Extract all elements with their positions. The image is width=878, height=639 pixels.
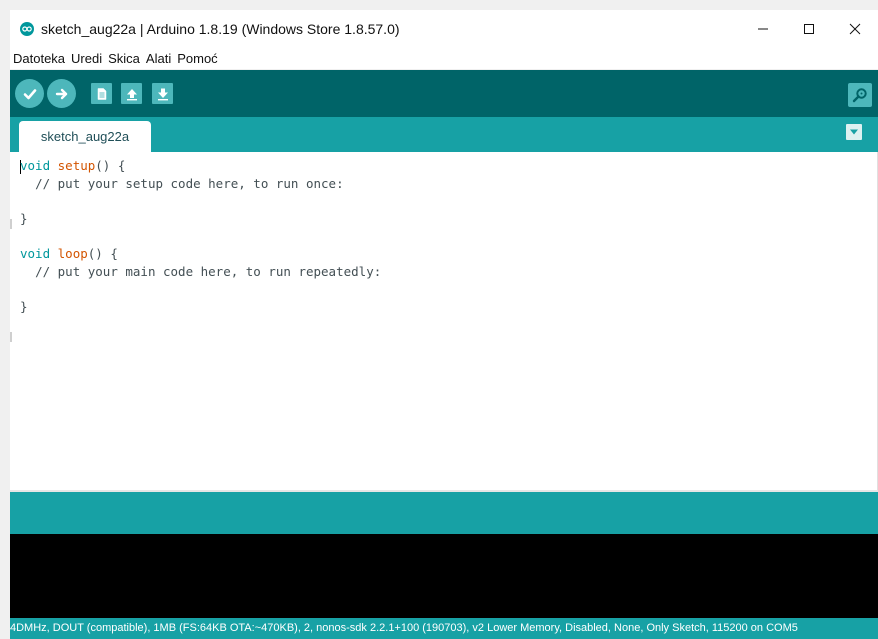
triangle-down-icon bbox=[850, 129, 858, 135]
arduino-ide-window: sketch_aug22a | Arduino 1.8.19 (Windows … bbox=[0, 0, 878, 639]
save-button[interactable] bbox=[152, 83, 173, 104]
gutter-mark bbox=[10, 219, 12, 229]
maximize-icon bbox=[804, 24, 814, 34]
close-icon bbox=[849, 23, 861, 35]
menu-pomoc[interactable]: Pomoć bbox=[174, 51, 220, 66]
code-line: ​ bbox=[20, 192, 381, 210]
code-line: void loop() { bbox=[20, 245, 118, 261]
code-line: ​ bbox=[20, 280, 381, 298]
arrow-down-icon bbox=[157, 88, 168, 100]
maximize-button[interactable] bbox=[786, 10, 832, 48]
menu-bar: Datoteka Uredi Skica Alati Pomoć bbox=[10, 48, 878, 69]
code-line: // put your main code here, to run repea… bbox=[35, 263, 382, 279]
upload-button[interactable] bbox=[47, 79, 76, 108]
board-status-text: 4DMHz, DOUT (compatible), 1MB (FS:64KB O… bbox=[10, 622, 798, 634]
menu-datoteka[interactable]: Datoteka bbox=[10, 51, 68, 66]
magnifier-icon bbox=[852, 88, 867, 103]
arrow-up-icon bbox=[126, 88, 137, 100]
tab-bar: sketch_aug22a bbox=[10, 117, 878, 152]
serial-monitor-button[interactable] bbox=[848, 83, 872, 107]
open-button[interactable] bbox=[121, 83, 142, 104]
tab-menu-button[interactable] bbox=[846, 124, 862, 140]
code-line: ​ bbox=[20, 227, 381, 245]
code-text: void setup() { // put your setup code he… bbox=[20, 157, 381, 315]
console-output[interactable] bbox=[10, 534, 878, 618]
toolbar bbox=[10, 70, 878, 117]
new-sketch-button[interactable] bbox=[91, 83, 112, 104]
code-line: } bbox=[20, 210, 28, 226]
arduino-logo-icon bbox=[20, 22, 34, 36]
gutter-mark bbox=[10, 332, 12, 342]
code-line: void setup() { bbox=[20, 158, 126, 174]
message-area bbox=[10, 490, 878, 534]
arrow-right-icon bbox=[55, 88, 67, 99]
code-editor[interactable]: void setup() { // put your setup code he… bbox=[10, 152, 878, 490]
status-bar: 4DMHz, DOUT (compatible), 1MB (FS:64KB O… bbox=[10, 618, 878, 639]
menu-alati[interactable]: Alati bbox=[143, 51, 174, 66]
check-icon bbox=[23, 88, 36, 99]
close-button[interactable] bbox=[832, 10, 878, 48]
window-left-edge bbox=[0, 0, 10, 639]
minimize-icon bbox=[758, 28, 768, 30]
minimize-button[interactable] bbox=[740, 10, 786, 48]
verify-button[interactable] bbox=[15, 79, 44, 108]
code-line: } bbox=[20, 298, 28, 314]
menu-uredi[interactable]: Uredi bbox=[68, 51, 105, 66]
window-title: sketch_aug22a | Arduino 1.8.19 (Windows … bbox=[41, 21, 400, 37]
code-line: // put your setup code here, to run once… bbox=[35, 175, 344, 191]
document-icon bbox=[97, 87, 106, 100]
tab-sketch[interactable]: sketch_aug22a bbox=[19, 121, 151, 152]
menu-skica[interactable]: Skica bbox=[105, 51, 143, 66]
title-bar: sketch_aug22a | Arduino 1.8.19 (Windows … bbox=[10, 10, 878, 48]
